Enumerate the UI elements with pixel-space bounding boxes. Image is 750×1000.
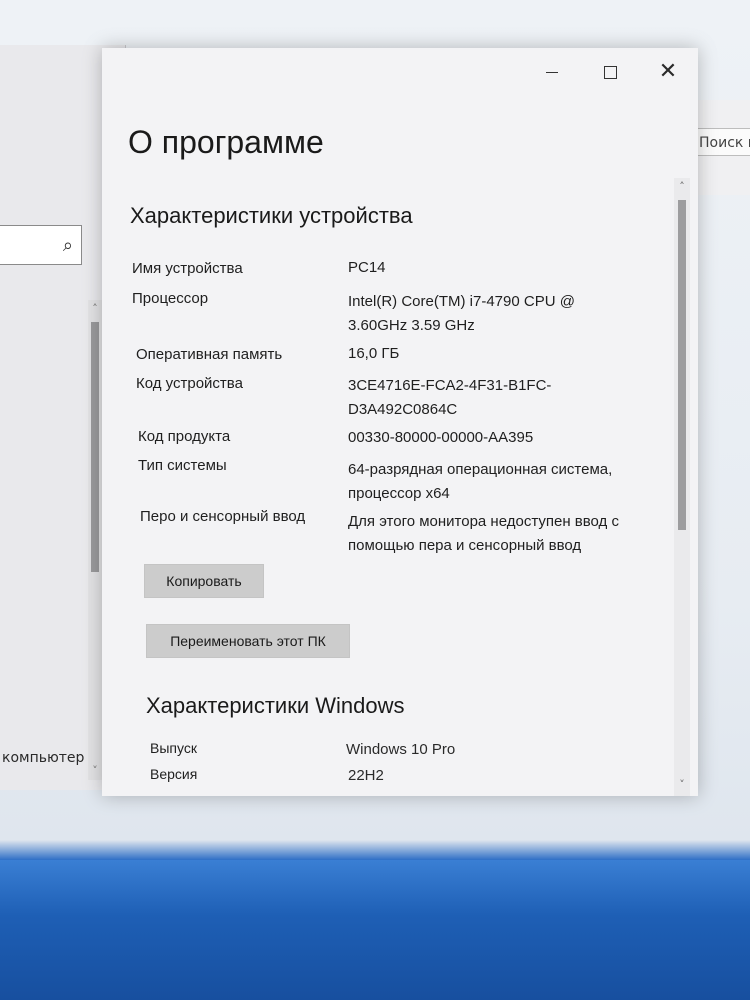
background-scrollbar[interactable]: ˄ ˅ [88,300,102,780]
right-search-input[interactable]: Поиск в [694,128,750,156]
search-input[interactable]: ⌕ [0,225,82,265]
spec-label-system-type: Тип системы [138,457,227,474]
scrollbar-thumb[interactable] [678,200,686,530]
spec-label-device-id: Код устройства [136,375,243,392]
close-button[interactable]: ✕ [648,58,688,86]
spec-label-device-name: Имя устройства [132,260,243,277]
scroll-down-icon[interactable]: ˅ [674,776,690,794]
main-scrollbar[interactable]: ˄ ˅ [674,178,690,796]
spec-label-processor: Процессор [132,290,209,307]
desktop-wallpaper [0,860,750,1000]
scrollbar-thumb[interactable] [91,322,99,572]
win-value-edition: Windows 10 Pro [346,741,456,758]
about-window: ✕ О программе Характеристики устройства … [102,48,698,796]
close-icon: ✕ [658,59,678,84]
spec-value-pen-touch: Для этого монитора недоступен ввод с пом… [348,513,619,554]
rename-pc-button[interactable]: Переименовать этот ПК [146,624,350,658]
spec-value-device-name: PC14 [348,259,386,276]
copy-button[interactable]: Копировать [144,564,264,598]
spec-value-product-id: 00330-80000-00000-AA395 [348,429,534,446]
scroll-up-icon[interactable]: ˄ [674,178,690,196]
scroll-down-icon[interactable]: ˅ [88,762,102,780]
title-bar: ✕ [102,48,698,96]
minimize-button[interactable] [532,58,572,86]
maximize-button[interactable] [590,58,630,86]
spec-label-product-id: Код продукта [138,428,231,445]
win-label-version: Версия [150,766,198,782]
maximize-icon [603,65,617,79]
win-value-version: 22H2 [348,767,384,784]
spec-value-device-id: 3CE4716E-FCA2-4F31-B1FC-D3A492C0864C [348,377,552,418]
device-specs-heading: Характеристики устройства [130,203,413,228]
spec-label-ram: Оперативная память [136,346,283,363]
spec-value-system-type: 64-разрядная операционная система, проце… [348,461,613,502]
spec-value-processor: Intel(R) Core(TM) i7-4790 CPU @ 3.60GHz … [348,293,575,334]
search-icon: ⌕ [62,235,73,256]
scroll-up-icon[interactable]: ˄ [88,300,102,318]
nav-item-computer[interactable]: компьютер [2,750,84,766]
spec-value-ram: 16,0 ГБ [348,345,400,362]
spec-label-pen-touch: Перо и сенсорный ввод [140,508,306,525]
minimize-icon [546,71,558,73]
win-label-edition: Выпуск [150,740,197,756]
page-title: О программе [128,124,324,160]
windows-specs-heading: Характеристики Windows [146,693,405,718]
